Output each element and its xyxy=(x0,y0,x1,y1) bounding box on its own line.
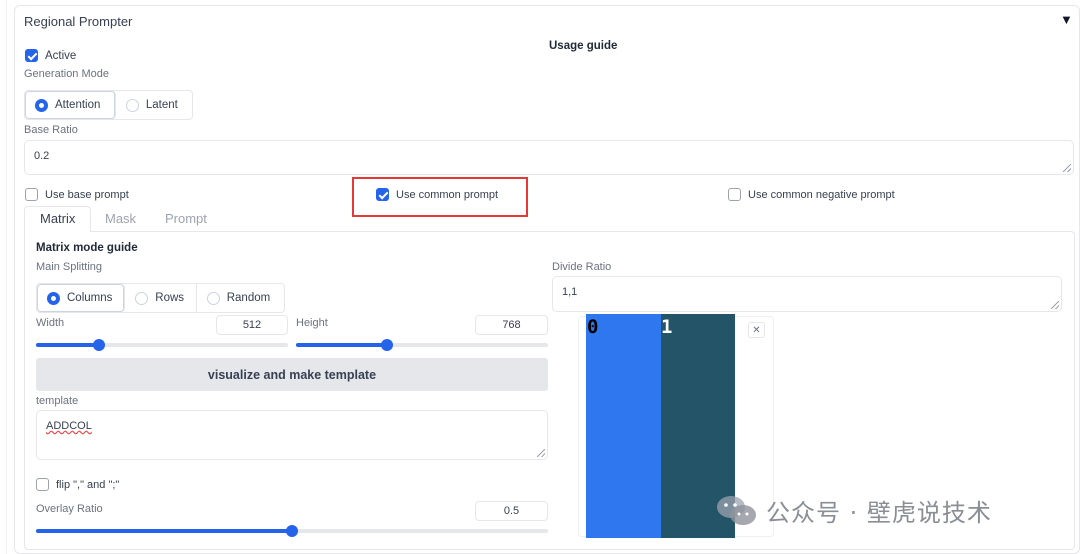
divide-ratio-input[interactable]: 1,1 xyxy=(552,276,1062,312)
use-base-prompt-checkbox[interactable]: Use base prompt xyxy=(25,188,129,201)
overlay-slider-fill xyxy=(36,529,292,533)
width-slider[interactable] xyxy=(36,339,288,351)
radio-selected-icon xyxy=(47,291,60,305)
preview-region-0: 0 xyxy=(586,314,661,538)
height-number-input[interactable]: 768 xyxy=(475,315,548,335)
main-splitting-label: Main Splitting xyxy=(36,261,103,273)
overlay-ratio-slider[interactable] xyxy=(36,525,548,537)
panel-title: Regional Prompter xyxy=(24,14,133,29)
radio-rows-label: Rows xyxy=(155,292,185,304)
wechat-icon xyxy=(717,495,756,525)
overlay-ratio-number-input[interactable]: 0.5 xyxy=(475,501,548,521)
checkbox-unchecked-icon[interactable] xyxy=(25,188,38,201)
divide-ratio-label: Divide Ratio xyxy=(552,261,612,273)
template-textarea[interactable]: ADDCOL xyxy=(36,410,548,460)
width-slider-fill xyxy=(36,343,99,347)
radio-unselected-icon xyxy=(125,98,139,112)
divide-ratio-value: 1,1 xyxy=(562,286,578,298)
flip-label: flip "," and ";" xyxy=(56,478,120,491)
active-label: Active xyxy=(45,49,77,62)
main-splitting-group: Columns Rows Random xyxy=(36,283,285,313)
tab-prompt[interactable]: Prompt xyxy=(165,211,207,226)
resize-handle-icon[interactable] xyxy=(1051,301,1059,309)
radio-latent-label: Latent xyxy=(145,99,178,111)
visualize-button[interactable]: visualize and make template xyxy=(36,358,548,391)
base-ratio-value: 0.2 xyxy=(34,150,50,162)
width-label: Width xyxy=(36,317,65,329)
triangle-down-icon[interactable]: ▼ xyxy=(1060,12,1073,27)
radio-random-label: Random xyxy=(226,292,271,304)
usage-guide: Usage guide xyxy=(549,40,618,52)
use-common-negative-prompt-checkbox[interactable]: Use common negative prompt xyxy=(728,188,895,201)
base-ratio-label: Base Ratio xyxy=(24,124,78,136)
use-common-prompt-label: Use common prompt xyxy=(396,188,499,201)
height-label: Height xyxy=(296,317,328,329)
checkbox-checked-icon[interactable] xyxy=(376,188,389,201)
height-slider[interactable] xyxy=(296,339,548,351)
overlay-ratio-label: Overlay Ratio xyxy=(36,503,103,515)
close-icon[interactable]: ✕ xyxy=(748,322,765,338)
radio-latent[interactable]: Latent xyxy=(116,91,192,119)
generation-mode-group: Attention Latent xyxy=(24,90,193,120)
watermark: 公众号 · 壁虎说技术 xyxy=(716,493,992,528)
page-edge xyxy=(6,0,7,554)
active-checkbox[interactable]: Active xyxy=(25,49,76,62)
radio-unselected-icon xyxy=(206,291,220,305)
radio-attention[interactable]: Attention xyxy=(25,91,116,119)
flip-checkbox[interactable]: flip "," and ";" xyxy=(36,478,119,491)
watermark-text: 公众号 · 壁虎说技术 xyxy=(766,499,992,527)
height-slider-fill xyxy=(296,343,387,347)
tab-matrix[interactable]: Matrix xyxy=(40,211,75,226)
width-slider-thumb[interactable] xyxy=(93,339,105,351)
radio-rows[interactable]: Rows xyxy=(125,284,197,312)
radio-selected-icon xyxy=(35,98,48,112)
radio-unselected-icon xyxy=(135,291,149,305)
use-base-prompt-label: Use base prompt xyxy=(45,188,129,201)
use-common-negative-prompt-label: Use common negative prompt xyxy=(748,188,895,201)
template-label: template xyxy=(36,395,79,407)
checkbox-checked-icon[interactable] xyxy=(25,49,38,62)
tab-mask[interactable]: Mask xyxy=(105,211,136,226)
region-label-1: 1 xyxy=(661,316,673,338)
generation-mode-label: Generation Mode xyxy=(24,68,109,80)
radio-random[interactable]: Random xyxy=(197,284,284,312)
width-number-input[interactable]: 512 xyxy=(216,315,288,335)
overlay-slider-thumb[interactable] xyxy=(286,525,298,537)
checkbox-unchecked-icon[interactable] xyxy=(36,478,49,491)
matrix-mode-guide: Matrix mode guide xyxy=(36,242,138,254)
resize-handle-icon[interactable] xyxy=(537,449,545,457)
region-label-0: 0 xyxy=(587,316,599,338)
checkbox-unchecked-icon[interactable] xyxy=(728,188,741,201)
template-value: ADDCOL xyxy=(46,420,92,432)
radio-attention-label: Attention xyxy=(55,99,101,111)
base-ratio-input[interactable]: 0.2 xyxy=(24,140,1074,175)
radio-columns[interactable]: Columns xyxy=(37,284,126,312)
height-slider-thumb[interactable] xyxy=(380,339,393,351)
radio-columns-label: Columns xyxy=(67,292,113,304)
resize-handle-icon[interactable] xyxy=(1063,164,1071,172)
use-common-prompt-checkbox[interactable]: Use common prompt xyxy=(376,188,498,201)
